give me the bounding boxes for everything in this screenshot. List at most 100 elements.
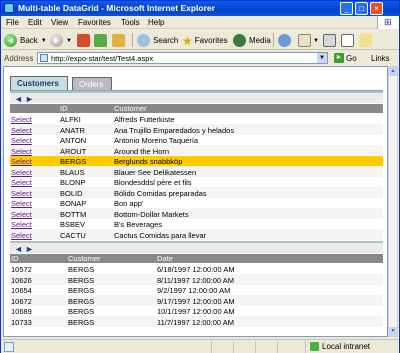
stop-button[interactable] [77,33,90,48]
select-link[interactable]: Select [11,199,32,208]
menu-file[interactable]: File [6,18,19,27]
select-link[interactable]: Select [11,168,32,177]
tab-orders[interactable]: Orders [72,77,112,91]
select-link[interactable]: Select [11,220,32,229]
order-customer: BERGS [68,317,95,327]
edit-button[interactable] [341,33,354,48]
order-id: 10689 [11,307,32,316]
customer-id: ALFKI [60,115,81,124]
customer-row: Select BLAUS Blauer See Delikatessen [10,166,383,177]
close-button[interactable]: × [370,2,383,15]
select-link[interactable]: Select [11,210,32,219]
customer-name: Alfreds Futterkiste [114,115,175,124]
select-link[interactable]: Select [11,231,32,240]
history-icon [278,34,291,47]
customer-name: Antonio Moreno Taquería [114,136,199,145]
order-date: 9/2/1997 12:00:00 AM [157,286,231,295]
page-content: Customers Orders ◄ ► ID Customer Select A… [3,66,388,337]
customer-id: CACTU [60,230,86,240]
order-row: 10654 BERGS 9/2/1997 12:00:00 AM [10,285,383,296]
customer-name: Around the Horn [114,146,170,156]
menu-tools[interactable]: Tools [121,18,140,27]
stop-icon [77,34,90,47]
customers-prev-icon[interactable]: ◄ [14,94,23,104]
customer-name: Bon app' [114,199,144,208]
order-row: 10626 BERGS 8/11/1997 12:00:00 AM [10,274,383,285]
refresh-button[interactable] [94,33,107,48]
orders-col-customer: Customer [68,254,101,263]
customers-next-icon[interactable]: ► [25,94,34,104]
customer-row: Select BOTTM Bottom-Dollar Markets [10,208,383,219]
order-date: 10/1/1997 12:00:00 AM [157,307,235,316]
customer-row: Select ANATR Ana Trujillo Emparedados y he… [10,124,383,135]
title-bar[interactable]: Multi-table DataGrid - Microsoft Interne… [1,1,399,16]
toolbar-separator [132,33,133,47]
orders-rows: 10572 BERGS 6/18/1997 12:00:00 AM 10626 BERG… [10,264,383,327]
status-cell [211,341,212,353]
mail-dropdown-icon[interactable]: ▼ [313,38,319,44]
menu-favorites[interactable]: Favorites [78,18,111,27]
order-id: 10672 [11,296,32,306]
mail-button[interactable]: ▼ [298,33,319,48]
address-field[interactable]: http://expo-star/test/Test4.aspx ▼ [37,52,328,64]
page-icon [40,54,48,62]
minimize-button[interactable]: _ [340,2,353,15]
discuss-button[interactable] [359,33,372,48]
orders-header: ID Customer Date [10,254,383,263]
select-link[interactable]: Select [11,178,32,187]
address-label: Address [4,54,34,63]
select-link[interactable]: Select [11,136,32,145]
media-button[interactable]: Media [233,33,271,48]
home-button[interactable] [112,33,125,48]
select-link[interactable]: Select [11,157,32,166]
favorites-button[interactable]: ★ Favorites [182,33,228,48]
home-icon [112,34,125,47]
ie-page-icon [4,3,14,13]
select-link[interactable]: Select [11,147,32,156]
address-url[interactable]: http://expo-star/test/Test4.aspx [51,54,153,63]
orders-next-icon[interactable]: ► [25,244,34,254]
select-link[interactable]: Select [11,126,32,135]
edit-icon [341,34,354,47]
favorites-label: Favorites [194,36,228,45]
go-button[interactable]: ► Go [334,53,357,63]
maximize-button[interactable]: □ [355,2,368,15]
address-bar: Address http://expo-star/test/Test4.aspx… [1,51,399,65]
vertical-scrollbar[interactable]: ▲ ▼ [388,66,398,337]
back-button[interactable]: Back ▼ [4,33,47,48]
customer-name: Blondesddsl père et fils [114,178,192,187]
customer-row: Select CACTU Cactus Comidas para llevar [10,229,383,240]
forward-button[interactable]: ▼ [50,33,72,48]
select-link[interactable]: Select [11,115,32,124]
menu-edit[interactable]: Edit [28,18,42,27]
search-label: Search [153,36,179,45]
print-button[interactable] [323,33,336,48]
customer-row: Select BSBEV B's Beverages [10,219,383,230]
zone-label: Local intranet [322,342,371,351]
menu-view[interactable]: View [51,18,68,27]
order-id: 10654 [11,286,32,295]
media-label: Media [249,36,271,45]
address-dropdown-icon[interactable]: ▼ [317,53,327,63]
back-dropdown-icon[interactable]: ▼ [41,38,47,44]
discuss-icon [359,34,372,47]
forward-dropdown-icon[interactable]: ▼ [66,38,72,44]
media-icon [233,34,246,47]
search-button[interactable]: Search [137,33,178,48]
search-icon [137,34,150,47]
customer-row: Select AROUT Around the Horn [10,145,383,156]
customer-row: Select ANTON Antonio Moreno Taquería [10,135,383,146]
orders-col-id: ID [11,254,19,263]
scroll-down-icon[interactable]: ▼ [389,327,397,336]
customer-row: Select BLONP Blondesddsl père et fils [10,177,383,188]
scroll-up-icon[interactable]: ▲ [389,67,397,76]
orders-prev-icon[interactable]: ◄ [14,244,23,254]
select-link[interactable]: Select [11,189,32,198]
order-id: 10572 [11,265,32,274]
windows-logo-icon: ⊞ [377,16,399,29]
customer-name: Bottom-Dollar Markets [114,209,189,219]
order-date: 6/18/1997 12:00:00 AM [157,265,235,274]
history-button[interactable] [278,33,291,48]
menu-help[interactable]: Help [148,18,164,27]
links-button[interactable]: Links [371,54,390,63]
